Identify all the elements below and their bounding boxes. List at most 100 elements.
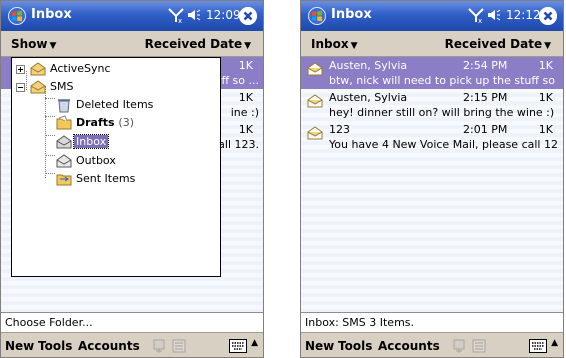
message-preview: uff so ... [214, 74, 260, 87]
show-dropdown[interactable]: Show ▼ [11, 37, 56, 51]
tree-item-activesync[interactable]: ActiveSync [12, 61, 212, 77]
activesync-icon [30, 62, 46, 76]
speaker-icon[interactable] [487, 9, 501, 21]
chevron-down-icon: ▼ [49, 41, 57, 51]
speaker-icon[interactable] [187, 9, 201, 21]
filter-bar: Show ▼ Received Date ▼ [1, 31, 263, 57]
message-size: 1K [538, 91, 553, 104]
title-bar: Inbox x 12:09 [1, 1, 263, 31]
tree-item-drafts[interactable]: Drafts (3) [12, 115, 212, 131]
message-size: 1K [238, 59, 253, 72]
expand-icon[interactable] [16, 65, 25, 74]
inbox-icon [56, 135, 72, 149]
message-size: 1K [538, 59, 553, 72]
sort-dropdown-label: Received Date [444, 37, 543, 51]
message-size: 1K [238, 91, 253, 104]
accounts-menu[interactable]: Accounts [78, 339, 140, 353]
status-text: Inbox: SMS 3 Items. [305, 316, 415, 329]
envelope-open-icon [307, 126, 323, 140]
status-bar: Inbox: SMS 3 Items. [301, 312, 563, 332]
svg-text:x: x [178, 17, 182, 23]
accounts-menu[interactable]: Accounts [378, 339, 440, 353]
message-size: 1K [538, 123, 553, 136]
new-button[interactable]: New [5, 339, 34, 353]
folder-list-icon[interactable] [471, 338, 487, 354]
message-sender: Austen, Sylvia [329, 91, 408, 104]
sort-dropdown-label: Received Date [144, 37, 243, 51]
sms-icon [30, 80, 46, 94]
tree-item-deleted-items[interactable]: Deleted Items [12, 97, 212, 113]
tree-label: Inbox [72, 134, 110, 149]
trash-icon [58, 99, 70, 113]
close-icon[interactable] [539, 7, 557, 25]
folder-list-icon[interactable] [171, 338, 187, 354]
tools-menu[interactable]: Tools [338, 339, 372, 353]
left-screen: Inbox x 12:09 Show ▼ Received Date ▼ 1K uf… [0, 0, 264, 358]
sort-dropdown[interactable]: Received Date ▼ [145, 37, 251, 51]
message-time: 2:15 PM [463, 91, 508, 104]
antenna-off-icon[interactable]: x [167, 7, 185, 23]
message-time: 2:54 PM [463, 59, 508, 72]
tree-label: Deleted Items [76, 98, 154, 111]
keyboard-icon[interactable] [229, 339, 247, 353]
folder-tree-panel: ActiveSync SMS Deleted Items Drafts (3) … [11, 57, 221, 277]
tree-label: Outbox [76, 154, 116, 167]
filter-bar: Inbox ▼ Received Date ▼ [301, 31, 563, 57]
folder-dropdown[interactable]: Inbox ▼ [311, 37, 358, 51]
right-screen: Inbox x 12:12 Inbox ▼ Received Date ▼ Au… [300, 0, 564, 358]
input-menu-arrow-icon[interactable]: ▲ [551, 338, 558, 348]
folder-dropdown-label: Inbox [311, 37, 349, 51]
antenna-off-icon[interactable]: x [467, 7, 485, 23]
windows-flag-icon[interactable] [8, 7, 26, 25]
message-sender: Austen, Sylvia [329, 59, 408, 72]
message-time: 2:01 PM [463, 123, 508, 136]
window-title: Inbox [31, 7, 72, 22]
tree-label: Sent Items [76, 172, 136, 185]
sort-dropdown[interactable]: Received Date ▼ [445, 37, 551, 51]
input-menu-arrow-icon[interactable]: ▲ [251, 338, 258, 348]
folder-icon [56, 115, 72, 130]
list-item[interactable]: Austen, Sylvia 2:15 PM 1K hey! dinner st… [301, 89, 563, 121]
windows-flag-icon[interactable] [308, 7, 326, 25]
chevron-down-icon: ▼ [244, 41, 251, 51]
list-item[interactable]: 123 2:01 PM 1K You have 4 New Voice Mail… [301, 121, 563, 153]
tools-menu[interactable]: Tools [38, 339, 72, 353]
tree-item-sent-items[interactable]: Sent Items [12, 171, 212, 187]
message-preview: You have 4 New Voice Mail, please call 1… [329, 138, 559, 151]
clock[interactable]: 12:09 [206, 8, 241, 22]
menu-bar: New Tools Accounts ▲ [1, 332, 263, 357]
envelope-open-icon [307, 94, 323, 108]
title-bar: Inbox x 12:12 [301, 1, 563, 31]
clock[interactable]: 12:12 [506, 8, 541, 22]
tree-label: SMS [50, 80, 74, 93]
list-item[interactable]: Austen, Sylvia 2:54 PM 1K btw, nick will… [301, 57, 563, 89]
chevron-down-icon: ▼ [350, 41, 358, 51]
new-button[interactable]: New [305, 339, 334, 353]
tree-label: ActiveSync [50, 62, 111, 75]
tree-label: Drafts (3) [76, 116, 134, 129]
menu-bar: New Tools Accounts ▲ [301, 332, 563, 357]
collapse-icon[interactable] [16, 83, 25, 92]
close-icon[interactable] [239, 7, 257, 25]
tree-item-outbox[interactable]: Outbox [12, 153, 212, 169]
tree-item-inbox[interactable]: Inbox [12, 134, 212, 150]
message-size: 1K [238, 123, 253, 136]
unread-count: (3) [118, 116, 135, 129]
status-text: Choose Folder... [5, 316, 93, 329]
message-sender: 123 [329, 123, 350, 136]
folder-icon [56, 174, 72, 186]
envelope-open-icon [307, 62, 323, 76]
outbox-icon [56, 154, 72, 168]
message-preview: btw, nick will need to pick up the stuff… [329, 74, 559, 87]
send-receive-icon[interactable] [451, 338, 467, 354]
svg-text:x: x [478, 17, 482, 23]
show-dropdown-label: Show [11, 37, 48, 51]
keyboard-icon[interactable] [529, 339, 547, 353]
chevron-down-icon: ▼ [544, 41, 551, 51]
message-list: Austen, Sylvia 2:54 PM 1K btw, nick will… [301, 57, 563, 312]
tree-item-sms[interactable]: SMS [12, 79, 212, 95]
message-preview: ine :) [230, 106, 259, 119]
message-preview: hey! dinner still on? will bring the win… [329, 106, 555, 119]
send-receive-icon[interactable] [151, 338, 167, 354]
status-bar: Choose Folder... [1, 312, 263, 332]
